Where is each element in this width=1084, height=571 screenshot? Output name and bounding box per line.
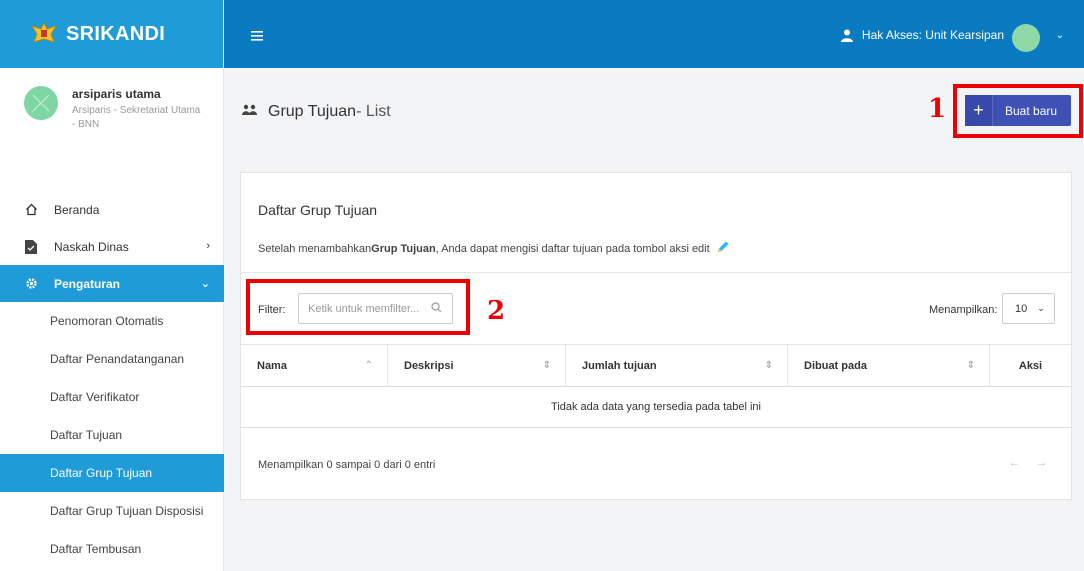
- pencil-icon: [716, 240, 730, 257]
- avatar-placeholder-icon: [32, 94, 50, 112]
- column-label: Dibuat pada: [804, 359, 867, 372]
- users-group-icon: [242, 103, 258, 121]
- divider: [241, 272, 1071, 273]
- sidebar-subitem-daftar-penandatanganan[interactable]: Daftar Penandatanganan: [0, 340, 224, 378]
- annotation-box-2: [246, 279, 470, 335]
- garuda-logo-icon: [30, 21, 58, 43]
- column-header-jumlah-tujuan[interactable]: Jumlah tujuan ⇕: [566, 345, 788, 386]
- sort-icon: ⇕: [542, 360, 551, 371]
- chevron-down-icon: ⌄: [200, 278, 210, 290]
- sidebar-item-beranda[interactable]: Beranda: [0, 191, 224, 228]
- home-icon: [24, 203, 38, 217]
- column-label: Nama: [257, 359, 287, 372]
- sidebar-subitem-daftar-tembusan[interactable]: Daftar Tembusan: [0, 530, 224, 568]
- chevron-down-icon: ⌄: [1037, 303, 1045, 313]
- sidebar-item-naskah-dinas[interactable]: Naskah Dinas ›: [0, 228, 224, 265]
- access-role-label: Hak Akses: Unit Kearsipan: [861, 28, 1004, 42]
- user-subtitle: Arsiparis - Sekretariat Utama - BNN: [72, 105, 201, 130]
- column-header-deskripsi[interactable]: Deskripsi ⇕: [388, 345, 566, 386]
- sidebar-subitem-daftar-tujuan[interactable]: Daftar Tujuan: [0, 416, 224, 454]
- sort-icon: ⇕: [764, 360, 773, 371]
- sort-icon: ⇕: [966, 360, 975, 371]
- sort-asc-icon: ⌃: [364, 360, 373, 371]
- topbar: Hak Akses: Unit Kearsipan ⌄: [224, 0, 1084, 68]
- avatar: [24, 86, 58, 120]
- sidebar-subitem-daftar-grup-tujuan[interactable]: Daftar Grup Tujuan: [0, 454, 224, 492]
- previous-page-button[interactable]: ←: [1009, 457, 1020, 469]
- gear-icon: [24, 277, 38, 291]
- user-icon: [840, 29, 853, 42]
- pagination: ← →: [993, 457, 1047, 469]
- topbar-avatar[interactable]: [1012, 24, 1040, 52]
- group-table: Nama ⌃ Deskripsi ⇕ Jumlah tujuan ⇕ Dibua…: [241, 344, 1071, 428]
- page-size-select[interactable]: 10 ⌄: [1002, 293, 1055, 324]
- sidebar: SRIKANDI arsiparis utama Arsiparis - Sek…: [0, 0, 224, 571]
- sidebar-item-label: Pengaturan: [54, 276, 121, 291]
- document-icon: [24, 239, 38, 254]
- sidebar-subitem-daftar-verifikator[interactable]: Daftar Verifikator: [0, 378, 224, 416]
- access-role[interactable]: Hak Akses: Unit Kearsipan: [840, 28, 1004, 42]
- annotation-number-1: 1: [928, 94, 947, 124]
- page-title: Grup Tujuan - List: [242, 103, 391, 121]
- sidebar-subitem-daftar-grup-tujuan-disposisi[interactable]: Daftar Grup Tujuan Disposisi: [0, 492, 224, 530]
- next-page-button[interactable]: →: [1036, 457, 1047, 469]
- column-label: Jumlah tujuan: [582, 359, 657, 372]
- page-title-sub: - List: [356, 103, 391, 120]
- sidebar-item-label: Beranda: [54, 202, 100, 217]
- user-name: arsiparis utama: [72, 87, 161, 101]
- card-description-pre: Setelah menambahkan: [258, 242, 372, 255]
- page-size-value: 10: [1015, 302, 1028, 315]
- chevron-right-icon: ›: [206, 240, 210, 252]
- sidebar-item-label: Naskah Dinas: [54, 239, 129, 254]
- column-header-aksi: Aksi: [990, 345, 1071, 386]
- table-info: Menampilkan 0 sampai 0 dari 0 entri: [258, 459, 436, 471]
- column-label: Aksi: [1018, 359, 1043, 372]
- card-description-bold: Grup Tujuan: [371, 242, 436, 255]
- plus-icon: +: [965, 95, 993, 126]
- hamburger-menu-icon[interactable]: [251, 30, 263, 44]
- card-description-post: , Anda dapat mengisi daftar tujuan pada …: [435, 242, 710, 255]
- annotation-number-2: 2: [487, 296, 506, 326]
- brand-header[interactable]: SRIKANDI: [0, 0, 223, 68]
- card-description: Setelah menambahkan Grup Tujuan, Anda da…: [258, 240, 730, 257]
- group-list-card: Daftar Grup Tujuan Setelah menambahkan G…: [240, 172, 1072, 500]
- new-button[interactable]: + Buat baru: [965, 95, 1071, 126]
- card-title: Daftar Grup Tujuan: [258, 202, 378, 218]
- page-size-label: Menampilkan:: [929, 304, 998, 316]
- brand-name: SRIKANDI: [66, 22, 166, 45]
- column-header-nama[interactable]: Nama ⌃: [241, 345, 388, 386]
- table-empty-row: Tidak ada data yang tersedia pada tabel …: [241, 387, 1071, 428]
- column-label: Deskripsi: [404, 359, 454, 372]
- table-header: Nama ⌃ Deskripsi ⇕ Jumlah tujuan ⇕ Dibua…: [241, 344, 1071, 387]
- sidebar-subitem-penomoran-otomatis[interactable]: Penomoran Otomatis: [0, 302, 224, 340]
- page-title-main: Grup Tujuan: [268, 103, 357, 120]
- chevron-down-icon[interactable]: ⌄: [1056, 30, 1064, 41]
- new-button-label: Buat baru: [1005, 103, 1058, 118]
- column-header-dibuat-pada[interactable]: Dibuat pada ⇕: [788, 345, 990, 386]
- sidebar-menu: Beranda Naskah Dinas › Pengaturan ⌄ Peno…: [0, 191, 224, 568]
- sidebar-item-pengaturan[interactable]: Pengaturan ⌄: [0, 265, 224, 302]
